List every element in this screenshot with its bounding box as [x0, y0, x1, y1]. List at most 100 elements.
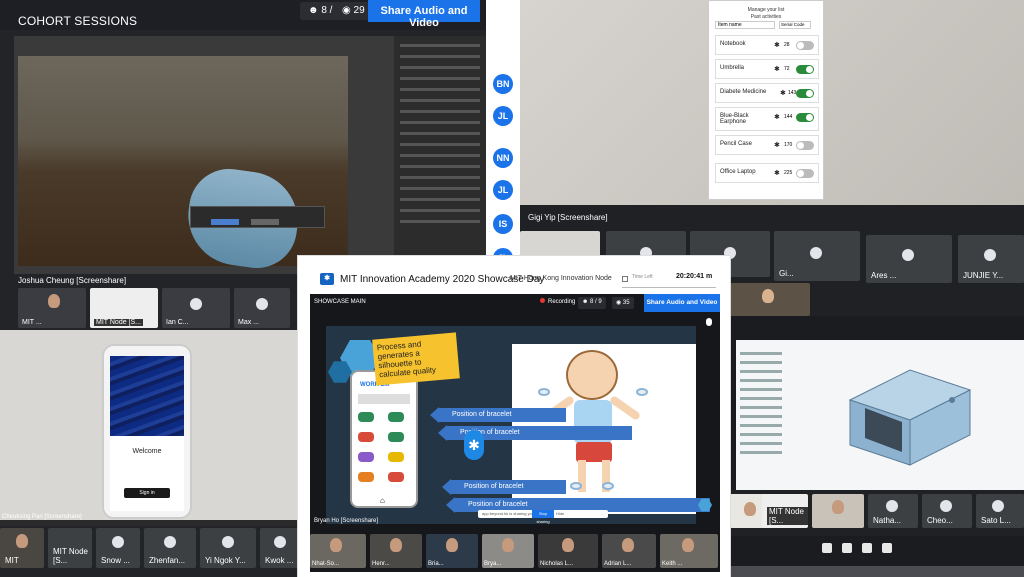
item-row[interactable]: Umbrella ✱ 72 [715, 59, 819, 79]
person-icon [940, 500, 952, 512]
participant-tile[interactable]: MIT [0, 528, 44, 568]
participant-tile[interactable]: Snow ... [96, 528, 140, 568]
people-icon: ☻ [582, 299, 590, 305]
node-name: MIT Hong Kong Innovation Node [510, 275, 612, 282]
participant-tile[interactable]: Gi... [774, 231, 860, 281]
participant-tile[interactable]: Nhat-So... [310, 534, 366, 568]
viewers-badge[interactable]: ◉ 35 [612, 297, 634, 309]
participant-tile[interactable]: Ian C... [162, 288, 230, 328]
participants-badge[interactable]: ☻ 8 / 9 [578, 297, 606, 309]
serial-code-input[interactable]: Serial Code [779, 21, 811, 29]
participant-tile[interactable]: Keith ... [660, 534, 718, 568]
mic-icon[interactable] [842, 543, 852, 553]
participant-tile[interactable]: MIT ... [18, 288, 86, 328]
bracelet-arrow: Position of bracelet [442, 479, 566, 495]
stop-sharing-button[interactable]: Stop sharing [532, 510, 554, 524]
enclosure-model[interactable] [840, 360, 976, 470]
item-row[interactable]: Diabete Medicine ✱ 143 [715, 83, 819, 103]
photo-phone-app: Welcome Sign in Cheuksing Pan [Screensha… [0, 330, 300, 577]
participant-tile[interactable]: Max ... [234, 288, 290, 328]
app-phone-mockup: WORK'EM ⌂ [350, 370, 418, 508]
blender-properties-panel [394, 36, 486, 274]
hide-button[interactable]: Hide [556, 510, 566, 518]
item-row[interactable]: Notebook ✱ 28 [715, 35, 819, 55]
item-row[interactable]: Office Laptop ✱ 225 [715, 163, 819, 183]
phone-screen: Welcome Sign in [110, 356, 184, 511]
sign-in-button[interactable]: Sign in [124, 488, 170, 498]
share-audio-video-button[interactable]: Share Audio and Video [368, 0, 480, 29]
camera-icon[interactable] [822, 543, 832, 553]
participant-tile[interactable]: Nicholas L... [538, 534, 598, 568]
bluetooth-icon: ✱ [464, 430, 484, 460]
participant-tile[interactable]: Brya... [482, 534, 534, 568]
bluetooth-icon: ✱ [774, 42, 780, 49]
participant-tile[interactable]: Ares ... [866, 235, 952, 283]
people-icon: ☻ [308, 5, 322, 16]
photo-collage: COHORT SESSIONS ☻ 8 / 9 ◉ 29 Share Audio… [0, 0, 1024, 577]
participant-avatar[interactable]: IS [493, 214, 513, 234]
participant-tile[interactable]: MIT Node [S... [48, 528, 92, 568]
participant-tile[interactable] [812, 494, 864, 528]
participant-tile[interactable]: Bria... [426, 534, 478, 568]
mic-icon[interactable] [706, 318, 712, 326]
participant-tile[interactable]: MIT Node [S... [90, 288, 158, 328]
participant-tile[interactable]: Zhenfan... [144, 528, 196, 568]
participant-tile[interactable]: Adrian L... [602, 534, 656, 568]
eye-icon: ◉ [342, 5, 354, 16]
participant-avatar[interactable]: NN [493, 148, 513, 168]
participant-tile[interactable]: Sato L... [976, 494, 1024, 528]
app-topbar: ✱ MIT Innovation Academy 2020 Showcase D… [300, 258, 728, 292]
time-left-value: 20:20:41 m [676, 273, 713, 280]
feature-tree [736, 346, 786, 486]
blender-viewport[interactable] [18, 56, 348, 274]
person-icon [222, 536, 234, 548]
screenshare-label: Joshua Cheung [Screenshare] [18, 276, 127, 285]
toggle-switch[interactable] [796, 141, 814, 150]
bracelet-arrow: Position of bracelet [430, 407, 566, 423]
screen-share-icon[interactable] [862, 543, 872, 553]
participant-tile[interactable]: Henr... [370, 534, 422, 568]
toggle-switch[interactable] [796, 41, 814, 50]
bluetooth-icon: ✱ [774, 142, 780, 149]
participant-tile[interactable]: Kwok ... [260, 528, 300, 568]
dialog-ok-button[interactable] [211, 219, 239, 225]
participant-tile[interactable] [730, 283, 810, 316]
photo-showcase-main: ✱ MIT Innovation Academy 2020 Showcase D… [298, 256, 730, 577]
app-header: Manage your list [747, 7, 785, 13]
screenshare-label: Cheuksing Pan [Screenshare] [2, 514, 82, 520]
item-name-input[interactable]: Item name [715, 21, 775, 29]
participant-tile[interactable]: Yi Ngok Y... [200, 528, 256, 568]
share-audio-video-button[interactable]: Share Audio and Video [644, 294, 720, 312]
recording-indicator: Recording [540, 298, 575, 305]
toggle-switch[interactable] [796, 65, 814, 74]
participant-tile[interactable]: Cheo... [922, 494, 972, 528]
participant-avatar[interactable]: JL [493, 180, 513, 200]
blender-dialog [190, 206, 325, 228]
viewers-badge[interactable]: ◉ 29 [334, 2, 373, 20]
participant-avatar[interactable]: BN [493, 74, 513, 94]
toggle-switch[interactable] [796, 169, 814, 178]
sticky-note: Process and generates a silhouette to ca… [372, 332, 460, 386]
mac-dock [730, 566, 1024, 577]
settings-icon[interactable] [882, 543, 892, 553]
person-icon [810, 247, 822, 259]
time-left-box: Time Left 20:20:41 m [622, 272, 716, 288]
participant-tile[interactable]: MIT Node [S... [762, 494, 808, 528]
home-icon[interactable]: ⌂ [380, 496, 385, 505]
item-row[interactable]: Pencil Case ✱ 170 [715, 135, 819, 155]
toggle-switch[interactable] [796, 113, 814, 122]
toggle-switch[interactable] [796, 89, 814, 98]
app-banner [358, 394, 410, 404]
time-left-label: Time Left [632, 274, 653, 280]
participant-tile[interactable]: JUNJIE Y... [958, 235, 1024, 283]
participant-tile[interactable]: Natha... [868, 494, 918, 528]
participant-avatar[interactable]: JL [493, 106, 513, 126]
showcase-main-title: SHOWCASE MAIN [314, 299, 366, 305]
screenshare-label: Bryan Ho [Screenshare] [314, 518, 379, 524]
item-tracker-app: Manage your list Past activities Item na… [708, 0, 824, 200]
person-icon [886, 500, 898, 512]
screenshare-label: Gigi Yip [Screenshare] [528, 213, 608, 222]
dialog-cancel-button[interactable] [251, 219, 279, 225]
participant-strip: MIT MIT Node [S... Snow ... Zhenfan... Y… [0, 526, 300, 577]
item-row[interactable]: Blue-Black Earphone ✱ 144 [715, 107, 819, 131]
